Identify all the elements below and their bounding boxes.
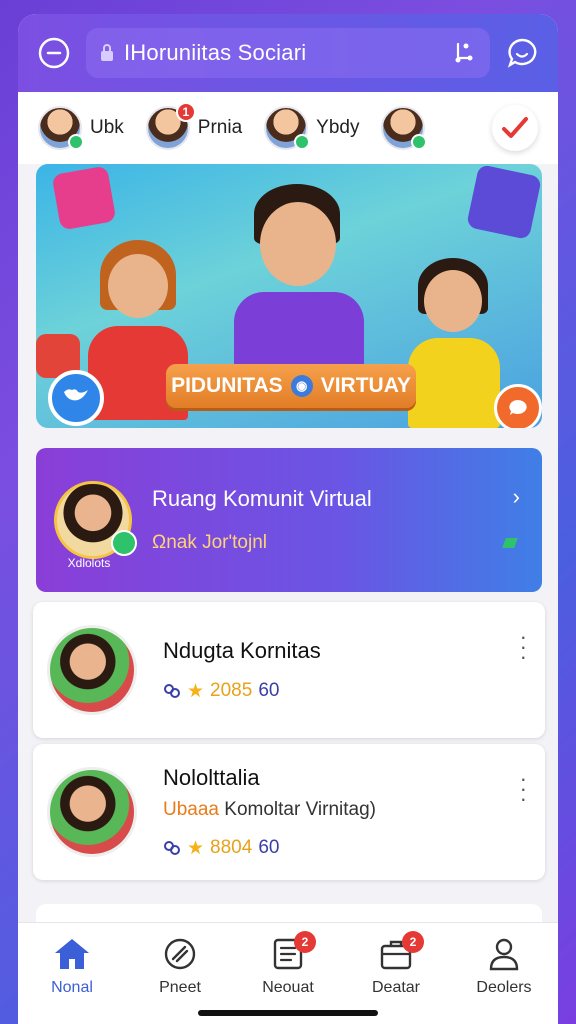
nav-label: Pneet (159, 979, 201, 996)
story-item[interactable]: Ybdy (264, 106, 359, 150)
avatar (47, 767, 137, 857)
nav-label: Deolers (476, 979, 532, 996)
app-screen: IHoruniitas Sociari Ubk 1 Prnia Ybdy PID… (18, 14, 558, 1024)
hero-banner[interactable]: PIDUNITAS ◉ VIRTUAY (36, 164, 542, 428)
story-item[interactable]: Ubk (38, 106, 124, 150)
notification-badge: 1 (175, 102, 196, 122)
more-options-icon[interactable]: · · · (520, 768, 527, 810)
camera-badge (111, 530, 137, 556)
globe-icon: ◉ (290, 375, 313, 397)
star-icon: ★ (187, 837, 205, 859)
avatar (381, 106, 428, 150)
chat-bubble-icon (507, 38, 537, 68)
chevron-right-icon[interactable]: › (513, 484, 520, 510)
online-dot (411, 134, 428, 150)
card-title: Nololttalia (163, 764, 260, 790)
avatar (38, 106, 84, 150)
room-avatar-label: Xdlolots (67, 556, 111, 570)
card-title: Ndugta Kornitas (163, 637, 321, 663)
community-card[interactable]: Ndugta Kornitas ★ 2085 60 · · · (33, 602, 545, 738)
home-icon (55, 939, 89, 969)
search-bar[interactable]: IHoruniitas Sociari (86, 28, 490, 78)
home-indicator (198, 1010, 378, 1016)
avatar: 1 (145, 102, 196, 150)
community-card[interactable]: Nololttalia Ubaaa Komoltar Virnitag) ★ 8… (33, 744, 545, 880)
online-dot (68, 134, 84, 150)
card-subtitle-accent: Ubaaa (163, 798, 219, 820)
menu-circle-icon (38, 37, 70, 69)
game-tile-illustration (51, 165, 117, 231)
tag-icon (502, 538, 518, 548)
search-text: IHoruniitas Sociari (124, 40, 307, 65)
room-subtitle: Ωnak Jor'tojnl (152, 532, 267, 553)
story-item[interactable] (381, 106, 428, 150)
members-icon (164, 684, 180, 698)
stories-row: Ubk 1 Prnia Ybdy (18, 92, 558, 164)
banner-text-right: VIRTUAY (320, 374, 411, 397)
check-button[interactable] (492, 105, 538, 151)
bird-icon (64, 389, 88, 401)
banner-text-left: PIDUNITAS (171, 374, 283, 397)
online-dot (294, 134, 311, 150)
checkmark-icon (502, 117, 528, 138)
nav-badge: 2 (402, 931, 424, 953)
card-stats: ★ 2085 60 (163, 680, 321, 703)
nav-label: Deatar (371, 979, 421, 996)
lock-icon (101, 44, 113, 61)
virtual-room-card[interactable]: Xdlolots Ruang Komunit Virtual Ωnak Jor'… (36, 448, 542, 592)
members-icon (164, 841, 180, 855)
chat-fab[interactable] (494, 384, 542, 428)
room-avatar (54, 481, 137, 559)
nav-badge: 2 (294, 931, 316, 953)
room-title: Ruang Komunit Virtual (152, 486, 372, 511)
more-options-icon[interactable]: · · · (520, 626, 527, 668)
story-name: Ybdy (316, 117, 360, 138)
stat-count: 2085 (210, 680, 253, 701)
avatar (47, 625, 137, 715)
nav-label: Nonal (51, 979, 93, 996)
card-subtitle: Ubaaa Komoltar Virnitag) (163, 799, 376, 821)
star-icon: ★ (187, 680, 205, 702)
stat-count: 8804 (210, 837, 253, 858)
twitter-bird-button[interactable] (48, 370, 104, 426)
hero-title-banner: PIDUNITAS ◉ VIRTUAY (166, 364, 416, 408)
nav-label: Neouat (262, 979, 314, 996)
bottom-nav: Nonal Pneet 2 Neouat 2 Deatar Deolers (18, 922, 558, 1024)
user-icon (489, 938, 519, 971)
chat-button[interactable] (502, 33, 542, 73)
child-illustration (234, 184, 364, 384)
stat-secondary: 60 (258, 837, 280, 858)
card-subtitle-text: Komoltar Virnitag) (224, 798, 376, 820)
tag-icon (164, 938, 196, 970)
stat-secondary: 60 (258, 680, 280, 701)
share-icon[interactable] (450, 40, 476, 66)
menu-button[interactable] (34, 33, 74, 73)
nav-profile[interactable]: Deolers (454, 937, 554, 1024)
top-bar: IHoruniitas Sociari (18, 14, 558, 92)
game-tile-illustration (466, 164, 542, 240)
story-name: Ubk (90, 117, 124, 138)
chat-bubble-icon (509, 400, 527, 415)
story-name: Prnia (197, 117, 243, 138)
avatar (264, 106, 311, 150)
child-illustration (404, 258, 504, 428)
card-stats: ★ 8804 60 (163, 837, 376, 860)
story-item[interactable]: 1 Prnia (145, 102, 243, 150)
nav-home[interactable]: Nonal (22, 937, 122, 1024)
